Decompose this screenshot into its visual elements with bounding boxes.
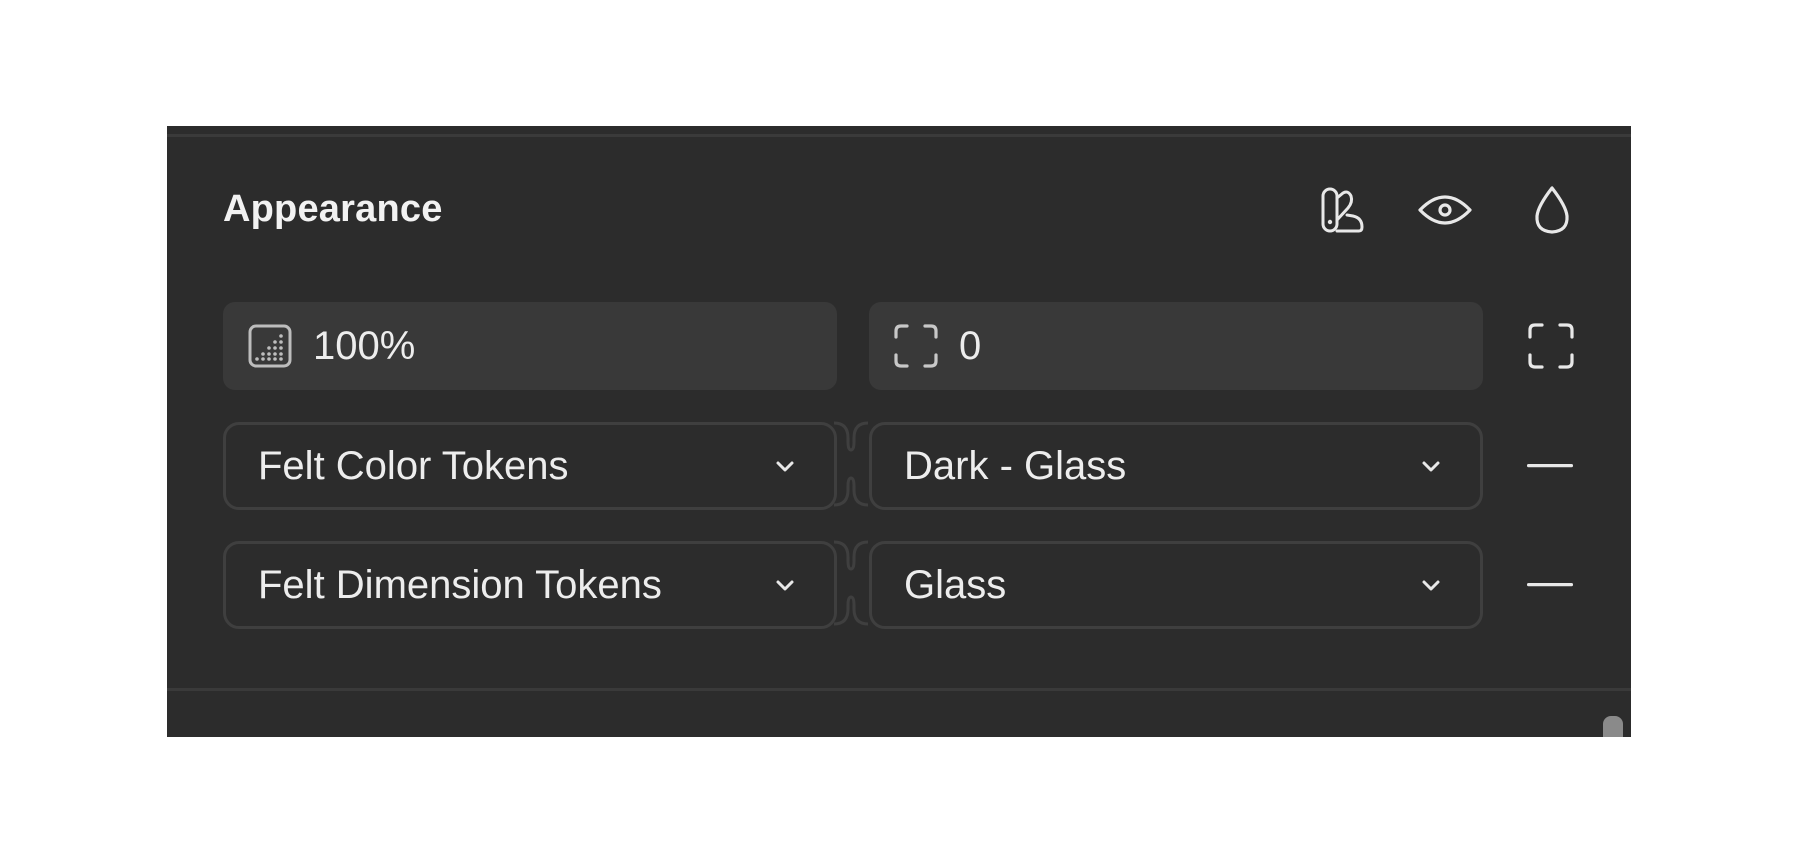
section-title: Appearance — [223, 188, 443, 230]
remove-mode-button[interactable] — [1520, 555, 1580, 615]
corner-radius-field[interactable]: 0 — [869, 302, 1483, 390]
bottom-divider — [167, 688, 1631, 691]
link-connector-icon — [834, 421, 868, 507]
chevron-down-icon — [1416, 570, 1446, 600]
link-connector-icon — [834, 540, 868, 626]
corner-radius-icon — [893, 323, 939, 369]
opacity-value: 100% — [313, 323, 416, 368]
collection-select-1[interactable]: Felt Color Tokens — [223, 422, 837, 510]
corner-radius-value: 0 — [959, 323, 982, 368]
collection-label: Felt Color Tokens — [258, 443, 569, 488]
appearance-panel: Appearance 100% 0 Felt Color Tokens Dark… — [167, 126, 1631, 737]
chevron-down-icon — [770, 451, 800, 481]
minus-icon — [1527, 583, 1573, 587]
minus-icon — [1527, 464, 1573, 468]
expand-corners-icon[interactable] — [1523, 318, 1579, 374]
mode-label: Dark - Glass — [904, 443, 1127, 488]
chevron-down-icon — [770, 570, 800, 600]
mode-select-2[interactable]: Glass — [869, 541, 1483, 629]
variable-mode-icon[interactable] — [1313, 182, 1369, 238]
chevron-down-icon — [1416, 451, 1446, 481]
collection-label: Felt Dimension Tokens — [258, 562, 662, 607]
remove-mode-button[interactable] — [1520, 436, 1580, 496]
opacity-field[interactable]: 100% — [223, 302, 837, 390]
scrollbar-thumb[interactable] — [1603, 716, 1623, 737]
drop-icon[interactable] — [1524, 182, 1580, 238]
top-divider — [167, 134, 1631, 137]
opacity-icon — [247, 323, 293, 369]
mode-select-1[interactable]: Dark - Glass — [869, 422, 1483, 510]
mode-label: Glass — [904, 562, 1007, 607]
eye-icon[interactable] — [1417, 182, 1473, 238]
collection-select-2[interactable]: Felt Dimension Tokens — [223, 541, 837, 629]
